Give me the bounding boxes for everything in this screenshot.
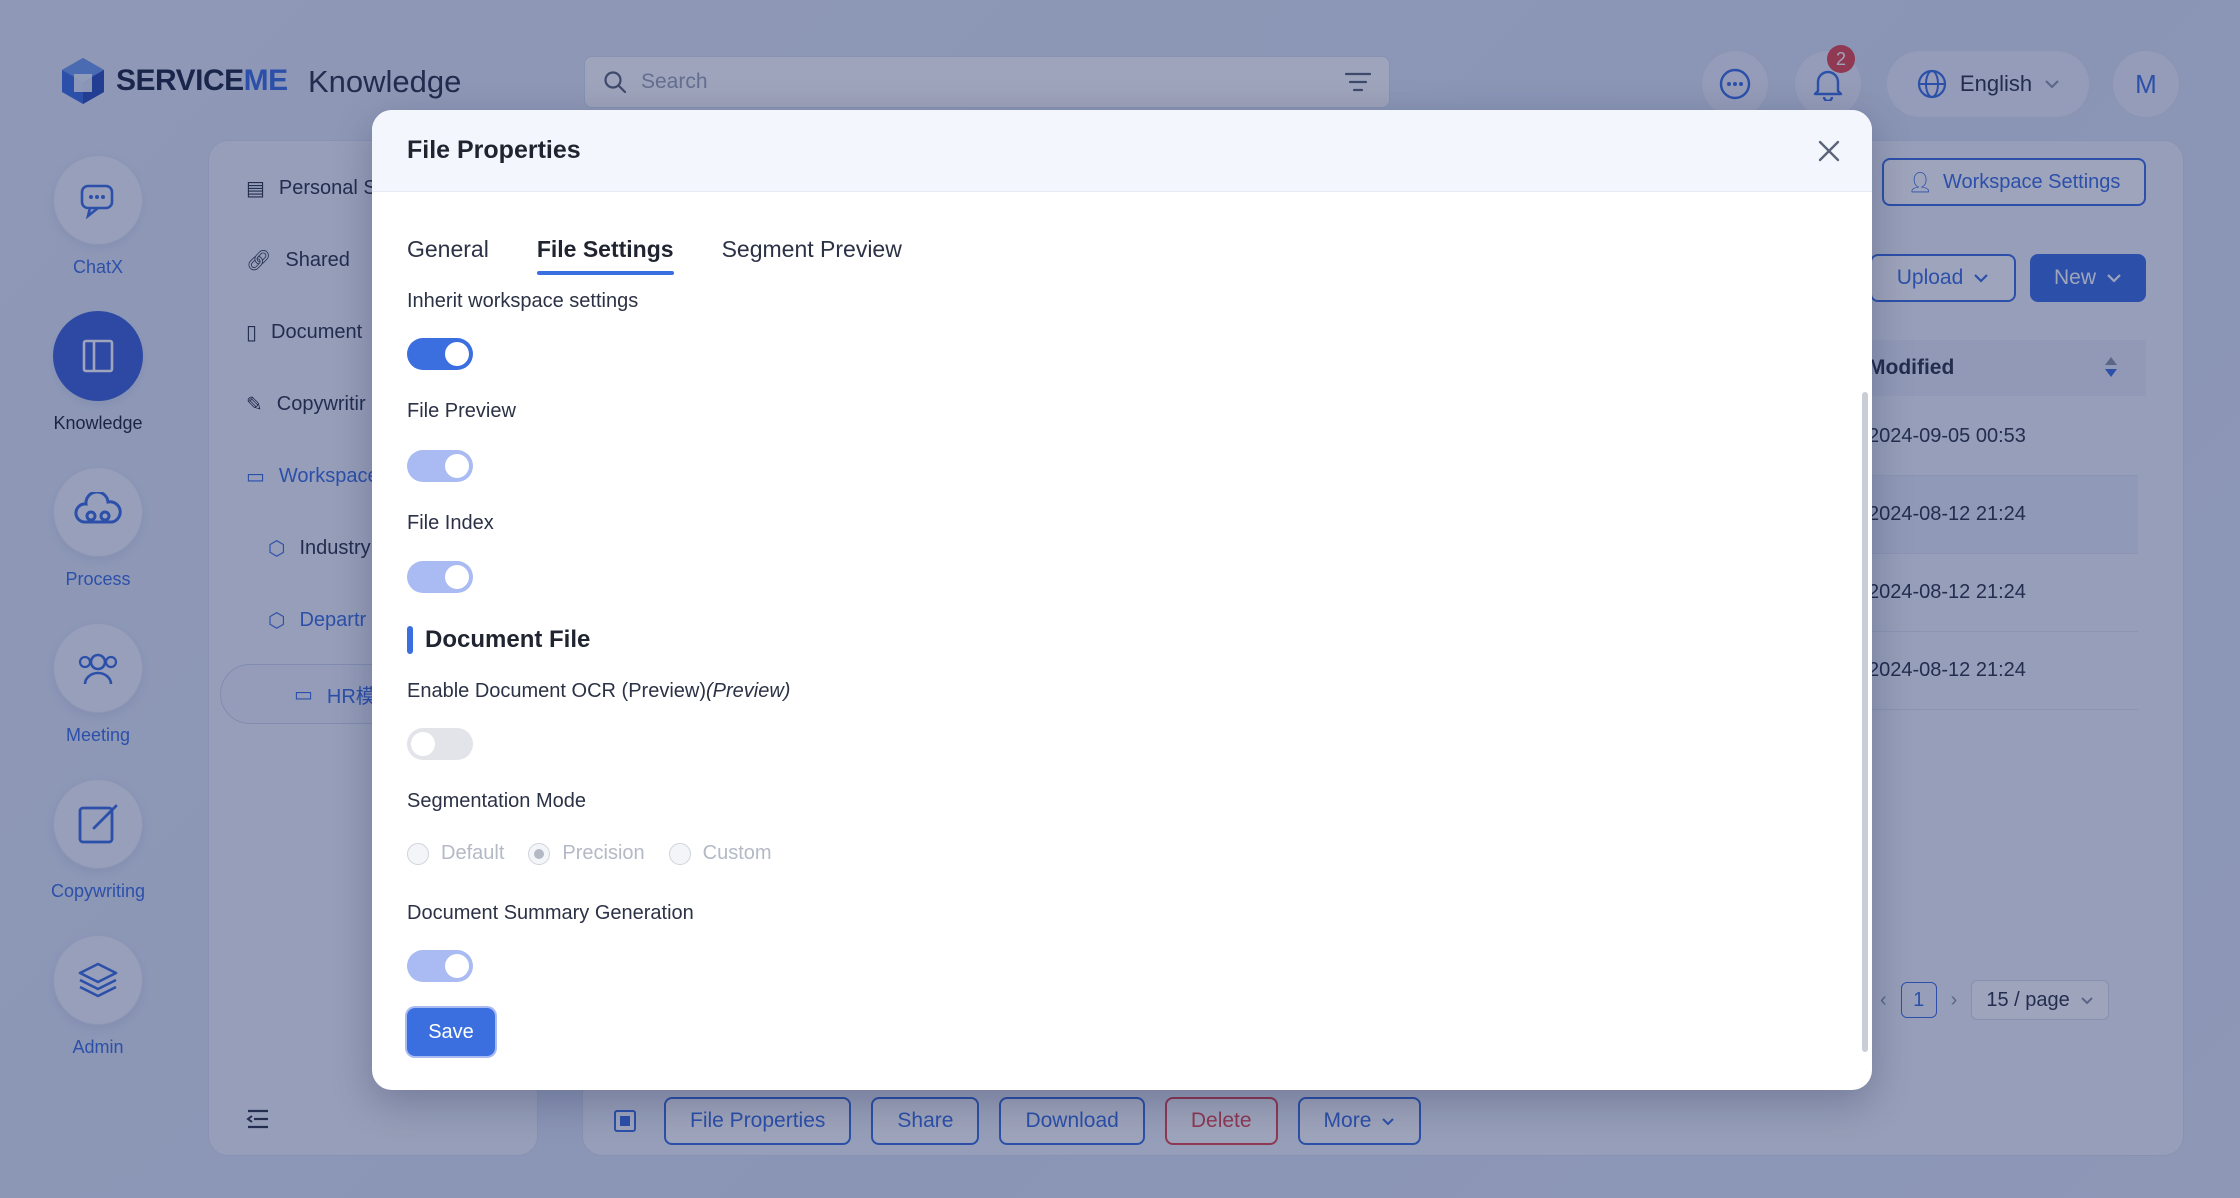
- file-properties-modal: File Properties General File Settings Se…: [372, 110, 1872, 1090]
- close-icon[interactable]: [1814, 136, 1844, 166]
- file-index-toggle[interactable]: [407, 561, 473, 593]
- file-preview-label: File Preview: [407, 400, 516, 422]
- save-button[interactable]: Save: [407, 1008, 495, 1056]
- ocr-toggle[interactable]: [407, 728, 473, 760]
- radio-default[interactable]: Default: [407, 842, 504, 865]
- ocr-label: Enable Document OCR (Preview)(Preview): [407, 680, 791, 702]
- inherit-label: Inherit workspace settings: [407, 290, 639, 312]
- radio-custom[interactable]: Custom: [668, 842, 772, 865]
- segmentation-radio-group: Default Precision Custom: [407, 842, 772, 865]
- modal-scrollbar[interactable]: [1862, 392, 1868, 1052]
- radio-precision[interactable]: Precision: [528, 842, 645, 865]
- segmentation-label: Segmentation Mode: [407, 790, 587, 812]
- file-index-label: File Index: [407, 512, 494, 534]
- file-preview-toggle[interactable]: [407, 450, 473, 482]
- modal-tabs: General File Settings Segment Preview: [407, 236, 902, 275]
- summary-label: Document Summary Generation: [407, 902, 694, 924]
- section-document-file: Document File: [407, 626, 590, 654]
- section-accent-bar: [407, 626, 413, 654]
- tab-segment-preview[interactable]: Segment Preview: [722, 236, 902, 273]
- tab-file-settings[interactable]: File Settings: [536, 236, 674, 275]
- inherit-toggle[interactable]: [407, 338, 473, 370]
- modal-header: File Properties: [372, 110, 1872, 192]
- summary-toggle[interactable]: [407, 950, 473, 982]
- tab-general[interactable]: General: [407, 236, 489, 273]
- modal-title: File Properties: [407, 136, 581, 164]
